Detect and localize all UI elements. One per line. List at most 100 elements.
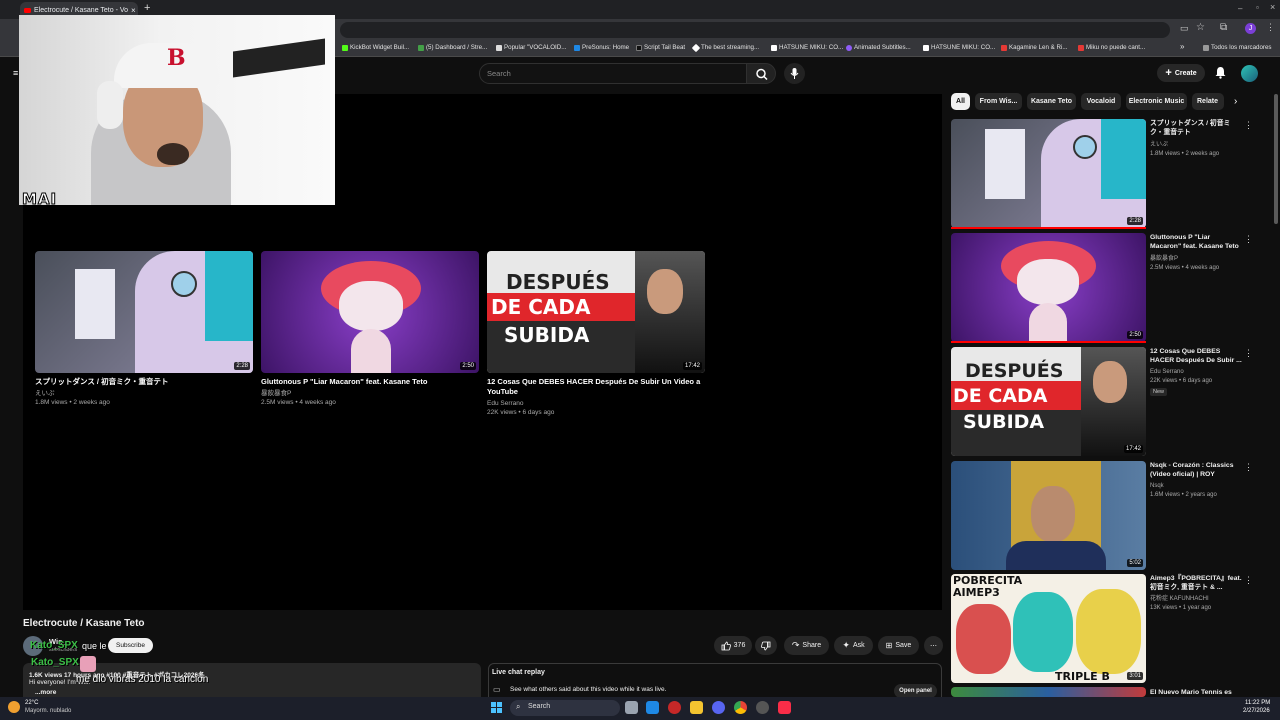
recommended-thumbnail[interactable]: DESPUÉS DE CADA SUBIDA 17:42 <box>951 347 1146 456</box>
end-card-thumbnail[interactable]: 2:50 <box>261 251 479 373</box>
recommended-title[interactable]: スプリットダンス / 初音ミク・重音テト <box>1150 119 1242 137</box>
more-vertical-icon[interactable]: ⋮ <box>1244 349 1253 358</box>
bookmark-item[interactable]: Popular "VOCALOID... <box>496 44 566 51</box>
recommended-thumbnail[interactable]: POBRECITA AIMEP3 TRIPLE B 3:01 <box>951 574 1146 683</box>
all-bookmarks[interactable]: Todos los marcadores <box>1203 44 1272 51</box>
create-button[interactable]: + Create <box>1157 64 1205 82</box>
duration-badge: 17:42 <box>1123 445 1143 453</box>
chrome-icon[interactable] <box>734 701 747 714</box>
thumb-eye <box>171 271 197 297</box>
account-avatar[interactable] <box>1241 65 1258 82</box>
bookmark-star-icon[interactable]: ☆ <box>1196 22 1205 33</box>
bookmark-label: HATSUNE MIKU: CO... <box>779 44 844 51</box>
bookmark-item[interactable]: Miku no puede cant... <box>1078 44 1145 51</box>
save-button[interactable]: ⊞ Save <box>878 636 919 655</box>
description-more-link[interactable]: ...more <box>35 689 56 696</box>
weather-description: Mayorm. nublado <box>25 708 72 714</box>
microphone-icon <box>790 68 799 79</box>
discord-icon[interactable] <box>712 701 725 714</box>
cast-icon[interactable]: ▭ <box>1180 23 1189 34</box>
chip-kasane-teto[interactable]: Kasane Teto <box>1027 93 1076 110</box>
end-card-title[interactable]: 12 Cosas Que DEBES HACER Después De Subi… <box>487 377 709 397</box>
task-view-icon[interactable] <box>625 701 638 714</box>
bookmark-item[interactable]: PreSonus: Home <box>574 44 629 51</box>
chevron-right-icon[interactable]: › <box>1234 96 1237 107</box>
minimize-icon[interactable]: – <box>1238 4 1242 13</box>
edge-icon[interactable] <box>646 701 659 714</box>
maximize-icon[interactable]: ▫ <box>1256 3 1259 12</box>
voice-search-button[interactable] <box>784 63 805 84</box>
obs-icon[interactable] <box>756 701 769 714</box>
bookmark-item[interactable]: HATSUNE MIKU: CO... <box>771 44 843 51</box>
end-card-title[interactable]: スプリットダンス / 初音ミク・重音テト <box>35 377 253 387</box>
file-explorer-icon[interactable] <box>690 701 703 714</box>
end-card-title[interactable]: Gluttonous P "Liar Macaron" feat. Kasane… <box>261 377 479 387</box>
thumb-text: DESPUÉS <box>506 270 610 294</box>
chip-electronic-music[interactable]: Electronic Music <box>1126 93 1187 110</box>
stream-chat-username: Kato_SPX <box>31 657 79 668</box>
profile-avatar[interactable]: J <box>1245 23 1256 34</box>
extensions-icon[interactable]: ⧉ <box>1220 22 1227 33</box>
close-tab-icon[interactable]: × <box>131 6 136 15</box>
thumb-hair <box>1101 119 1146 199</box>
recommended-title[interactable]: Gluttonous P "Liar Macaron" feat. Kasane… <box>1150 233 1242 251</box>
more-vertical-icon[interactable]: ⋮ <box>1244 235 1253 244</box>
subscribe-button[interactable]: Subscribe <box>108 638 153 653</box>
windows-start-icon[interactable] <box>491 702 503 714</box>
end-card-thumbnail[interactable]: 2:28 <box>35 251 253 373</box>
thumb-face <box>1017 259 1079 305</box>
browser-menu-icon[interactable]: ⋮ <box>1266 22 1275 33</box>
chip-all[interactable]: All <box>951 93 970 110</box>
duration-badge: 5:02 <box>1127 559 1143 567</box>
more-horizontal-icon: ⋯ <box>930 642 937 650</box>
bookmark-item[interactable]: HATSUNE MIKU: CO... <box>923 44 995 51</box>
more-vertical-icon[interactable]: ⋮ <box>1244 576 1253 585</box>
like-button[interactable]: 376 <box>714 636 752 655</box>
recommended-title[interactable]: El Nuevo Mario Tennis es <box>1150 688 1242 697</box>
bookmark-item[interactable]: Script Tail Beat <box>636 44 685 51</box>
taskbar-search[interactable]: ⌕ Search <box>510 700 620 716</box>
recommended-thumbnail[interactable] <box>951 687 1146 697</box>
menu-icon[interactable]: ≡ <box>13 68 18 78</box>
new-tab-icon[interactable]: + <box>144 3 150 14</box>
ask-button[interactable]: ✦ Ask <box>834 636 873 655</box>
recommended-title[interactable]: 12 Cosas Que DEBES HACER Después De Subi… <box>1150 347 1242 365</box>
page-scrollbar[interactable] <box>1274 94 1278 224</box>
more-bookmarks-icon[interactable]: » <box>1180 42 1184 51</box>
bookmark-item[interactable]: Animated Subtitles... <box>846 44 911 51</box>
recommended-thumbnail[interactable]: 2:50 <box>951 233 1146 342</box>
bookmark-item[interactable]: The best streaming... <box>691 43 759 52</box>
close-window-icon[interactable]: × <box>1270 2 1275 12</box>
more-vertical-icon[interactable]: ⋮ <box>1244 121 1253 130</box>
recommended-thumbnail[interactable]: 2:28 <box>951 119 1146 228</box>
chip-vocaloid[interactable]: Vocaloid <box>1081 93 1121 110</box>
dislike-button[interactable] <box>755 636 777 655</box>
bookmark-item[interactable]: (5) Dashboard / Stre... <box>418 44 487 51</box>
search-button[interactable] <box>746 63 776 84</box>
end-card-thumbnail[interactable]: DESPUÉS DE CADA SUBIDA 17:42 <box>487 251 705 373</box>
bookmark-item[interactable]: Kagamine Len & Ri... <box>1001 44 1067 51</box>
recommended-stats: 13K views • 1 year ago <box>1150 605 1212 611</box>
webcam-headphones <box>97 81 123 129</box>
chip-related[interactable]: Relate <box>1192 93 1224 110</box>
bookmark-item[interactable]: KickBot Widget Buil... <box>342 44 409 51</box>
tab-title: Electrocute / Kasane Teto - Vo <box>34 7 129 14</box>
recommended-stats: 1.6M views • 2 years ago <box>1150 492 1217 498</box>
search-input[interactable]: Search <box>479 63 747 84</box>
recommended-channel: 暴飲暴食P <box>1150 256 1179 262</box>
folder-icon <box>1203 44 1209 51</box>
more-actions-button[interactable]: ⋯ <box>924 636 943 655</box>
duration-badge: 2:50 <box>460 362 476 370</box>
open-panel-button[interactable]: Open panel <box>894 684 937 698</box>
thumb-text: AIMEP3 <box>953 586 1000 599</box>
recommended-title[interactable]: Aimep3『POBRECITA』feat. 初音ミク, 重音テト & ... <box>1150 574 1242 592</box>
chip-from-channel[interactable]: From Wis... <box>975 93 1022 110</box>
music-app-icon[interactable] <box>778 701 791 714</box>
share-button[interactable]: ↷ Share <box>784 636 829 655</box>
recommended-title[interactable]: Nsqk - Corazón : Classics (Video oficial… <box>1150 461 1242 479</box>
recommended-thumbnail[interactable]: 5:02 <box>951 461 1146 570</box>
more-vertical-icon[interactable]: ⋮ <box>1244 463 1253 472</box>
omnibox[interactable] <box>340 22 1170 38</box>
notifications-button[interactable] <box>1214 66 1227 84</box>
opera-icon[interactable] <box>668 701 681 714</box>
